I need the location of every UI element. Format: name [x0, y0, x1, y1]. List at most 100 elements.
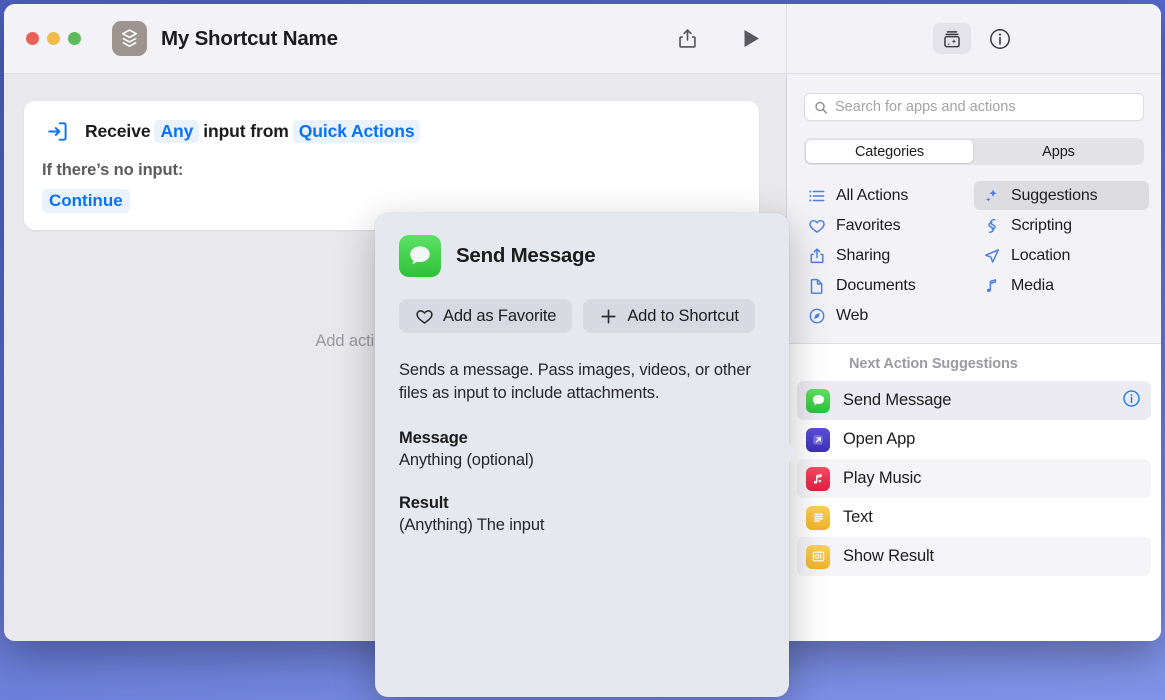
category-item-favorites[interactable]: Favorites — [799, 211, 974, 240]
shortcut-app-icon — [112, 21, 147, 56]
sparkles-icon — [982, 186, 1001, 205]
category-item-media[interactable]: Media — [974, 271, 1149, 300]
messages-app-icon — [806, 389, 830, 413]
action-library-sidebar: Categories Apps All Actions — [787, 74, 1161, 641]
button-label: Add to Shortcut — [627, 307, 739, 326]
share-icon — [807, 246, 826, 265]
input-type-token[interactable]: Any — [154, 120, 199, 143]
suggestion-label: Show Result — [843, 547, 1141, 566]
receive-prefix-label: Receive — [85, 121, 150, 142]
play-icon — [742, 28, 761, 49]
messages-app-icon — [399, 235, 441, 277]
music-app-icon — [806, 467, 830, 491]
category-label: Favorites — [836, 217, 900, 235]
category-item-documents[interactable]: Documents — [799, 271, 974, 300]
receive-sentence: Receive Any input from Quick Actions — [85, 120, 424, 143]
category-label: All Actions — [836, 187, 908, 205]
scripting-icon — [982, 216, 1001, 235]
titlebar-left-section: My Shortcut Name — [4, 4, 787, 73]
no-input-label: If there’s no input: — [42, 161, 741, 180]
parameter-value: (Anything) The input — [399, 516, 765, 535]
traffic-lights — [26, 32, 81, 45]
suggestion-info-icon[interactable] — [1122, 389, 1141, 413]
suggestion-label: Text — [843, 508, 1141, 527]
zoom-button[interactable] — [68, 32, 81, 45]
close-button[interactable] — [26, 32, 39, 45]
open-app-icon — [806, 428, 830, 452]
category-item-sharing[interactable]: Sharing — [799, 241, 974, 270]
receive-middle-label: input from — [203, 121, 289, 142]
page-title[interactable]: My Shortcut Name — [161, 27, 338, 51]
shortcut-details-button[interactable] — [985, 24, 1015, 54]
category-grid: All Actions Favorites — [787, 165, 1161, 340]
action-library-button[interactable] — [933, 23, 971, 54]
category-label: Location — [1011, 247, 1070, 265]
popover-arrow — [781, 436, 799, 470]
category-label: Documents — [836, 277, 916, 295]
continue-token[interactable]: Continue — [42, 189, 130, 213]
category-item-all-actions[interactable]: All Actions — [799, 181, 974, 210]
show-result-icon — [806, 545, 830, 569]
plus-icon — [599, 307, 618, 326]
music-note-icon — [982, 276, 1001, 295]
search-box[interactable] — [804, 93, 1144, 121]
suggestion-label: Open App — [843, 430, 1141, 449]
search-input[interactable] — [835, 99, 1134, 115]
category-label: Web — [836, 307, 868, 325]
suggestion-item-send-message[interactable]: Send Message — [797, 381, 1151, 420]
suggestion-label: Play Music — [843, 469, 1141, 488]
receive-input-icon — [42, 116, 72, 146]
parameter-title: Message — [399, 429, 765, 448]
share-icon — [677, 28, 698, 50]
tab-categories[interactable]: Categories — [806, 140, 973, 163]
suggestion-item-text[interactable]: Text — [797, 498, 1151, 537]
suggestions-header: Next Action Suggestions — [797, 356, 1151, 381]
popover-parameter-result: Result (Anything) The input — [399, 494, 765, 535]
category-label: Suggestions — [1011, 187, 1097, 205]
category-item-web[interactable]: Web — [799, 301, 974, 330]
titlebar-right-section — [787, 4, 1161, 73]
info-icon — [988, 27, 1012, 51]
text-action-icon — [806, 506, 830, 530]
category-column-right: Suggestions Scripting — [974, 181, 1149, 330]
category-label: Sharing — [836, 247, 890, 265]
category-label: Scripting — [1011, 217, 1072, 235]
category-label: Media — [1011, 277, 1054, 295]
parameter-title: Result — [399, 494, 765, 513]
heart-icon — [415, 307, 434, 326]
suggestion-item-show-result[interactable]: Show Result — [797, 537, 1151, 576]
receive-input-card[interactable]: Receive Any input from Quick Actions If … — [24, 101, 759, 230]
document-icon — [807, 276, 826, 295]
category-item-suggestions[interactable]: Suggestions — [974, 181, 1149, 210]
popover-actions: Add as Favorite Add to Shortcut — [399, 299, 765, 333]
popover-parameter-message: Message Anything (optional) — [399, 429, 765, 470]
search-icon — [814, 100, 828, 115]
share-button[interactable] — [670, 23, 704, 55]
add-as-favorite-button[interactable]: Add as Favorite — [399, 299, 572, 333]
suggestions-panel: Next Action Suggestions Send Message — [787, 344, 1161, 641]
parameter-value: Anything (optional) — [399, 451, 765, 470]
suggestion-item-play-music[interactable]: Play Music — [797, 459, 1151, 498]
minimize-button[interactable] — [47, 32, 60, 45]
input-source-token[interactable]: Quick Actions — [293, 120, 421, 143]
location-arrow-icon — [982, 246, 1001, 265]
receive-row: Receive Any input from Quick Actions — [42, 116, 741, 146]
button-label: Add as Favorite — [443, 307, 556, 326]
category-item-location[interactable]: Location — [974, 241, 1149, 270]
search-section — [787, 74, 1161, 121]
titlebar: My Shortcut Name — [4, 4, 1161, 74]
popover-title: Send Message — [456, 244, 595, 268]
heart-icon — [807, 216, 826, 235]
category-item-scripting[interactable]: Scripting — [974, 211, 1149, 240]
no-input-action-row: Continue — [42, 189, 741, 213]
suggestion-item-open-app[interactable]: Open App — [797, 420, 1151, 459]
run-button[interactable] — [734, 23, 768, 55]
popover-description: Sends a message. Pass images, videos, or… — [399, 359, 765, 405]
popover-header: Send Message — [399, 235, 765, 277]
compass-icon — [807, 306, 826, 325]
tab-apps[interactable]: Apps — [975, 140, 1142, 163]
suggestion-label: Send Message — [843, 391, 1109, 410]
action-detail-popover: Send Message Add as Favorite Add to Shor… — [375, 213, 789, 697]
add-to-shortcut-button[interactable]: Add to Shortcut — [583, 299, 755, 333]
library-tab-group: Categories Apps — [804, 138, 1144, 165]
